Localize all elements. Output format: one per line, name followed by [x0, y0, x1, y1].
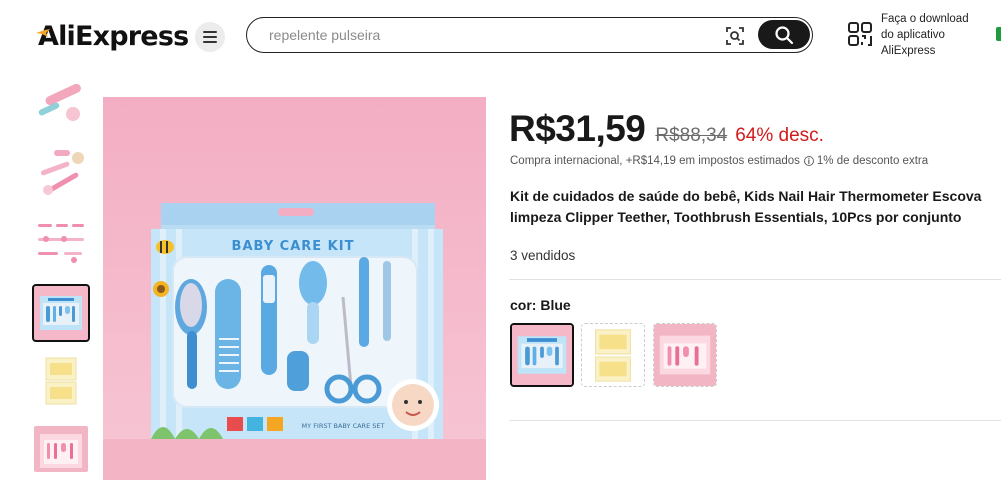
thumbnail-6[interactable] — [34, 426, 88, 472]
download-line-2: do aplicativo — [881, 29, 945, 41]
image-search-button[interactable] — [723, 24, 747, 48]
discount-badge: 64% desc. — [735, 125, 824, 146]
info-icon[interactable]: i — [803, 156, 814, 166]
price-row: R$31,59 R$88,34 64% desc. — [509, 108, 824, 154]
original-price: R$88,34 — [655, 125, 728, 146]
logo-star-icon — [36, 29, 50, 37]
download-line-3: AliExpress — [881, 45, 936, 57]
app-download-link[interactable]: Faça o download do aplicativo AliExpress — [881, 11, 991, 59]
search-input[interactable] — [269, 25, 709, 45]
color-label: cor: Blue — [510, 297, 571, 313]
thumbnail-1[interactable] — [34, 84, 88, 124]
aliexpress-logo[interactable]: AliExpress — [36, 18, 189, 54]
divider — [509, 420, 1001, 421]
qr-code-icon[interactable] — [847, 21, 873, 47]
variant-yellow[interactable] — [581, 323, 645, 387]
box-footer-text: MY FIRST BABY CARE SET — [302, 422, 385, 430]
search-bar — [246, 17, 813, 53]
hamburger-icon — [203, 31, 217, 43]
search-icon — [775, 25, 794, 44]
product-title-line-2: limpeza Clipper Teether, Toothbrush Esse… — [510, 209, 962, 225]
country-flag-icon[interactable] — [996, 27, 1001, 41]
thumbnail-4[interactable] — [32, 284, 90, 342]
header: AliExpress Faça o do — [0, 0, 1001, 72]
menu-button[interactable] — [195, 22, 225, 52]
thumbnail-5[interactable] — [34, 354, 88, 408]
current-price: R$31,59 — [509, 108, 646, 149]
variant-pink[interactable] — [653, 323, 717, 387]
variant-blue[interactable] — [510, 323, 574, 387]
divider — [509, 279, 1001, 280]
product-title: Kit de cuidados de saúde do bebê, Kids N… — [510, 186, 1001, 228]
logo-text: AliExpress — [38, 20, 189, 52]
sold-count: 3 vendidos — [510, 248, 576, 263]
extra-discount-text: 1% de desconto extra — [816, 155, 929, 167]
download-line-1: Faça o download — [881, 13, 969, 25]
tax-text: Compra internacional, +R$14,19 em impost… — [510, 155, 800, 167]
camera-search-icon — [726, 27, 744, 45]
tax-info: Compra internacional, +R$14,19 em impost… — [510, 155, 928, 167]
main-product-image[interactable]: BABY CARE KIT MY FIRST BABY CARE SET — [103, 97, 486, 480]
thumbnail-2[interactable] — [34, 146, 88, 200]
thumbnail-3[interactable] — [34, 214, 88, 268]
product-title-line-1: Kit de cuidados de saúde do bebê, Kids N… — [510, 188, 982, 204]
search-button[interactable] — [758, 20, 810, 49]
box-title-text: BABY CARE KIT — [232, 239, 355, 254]
